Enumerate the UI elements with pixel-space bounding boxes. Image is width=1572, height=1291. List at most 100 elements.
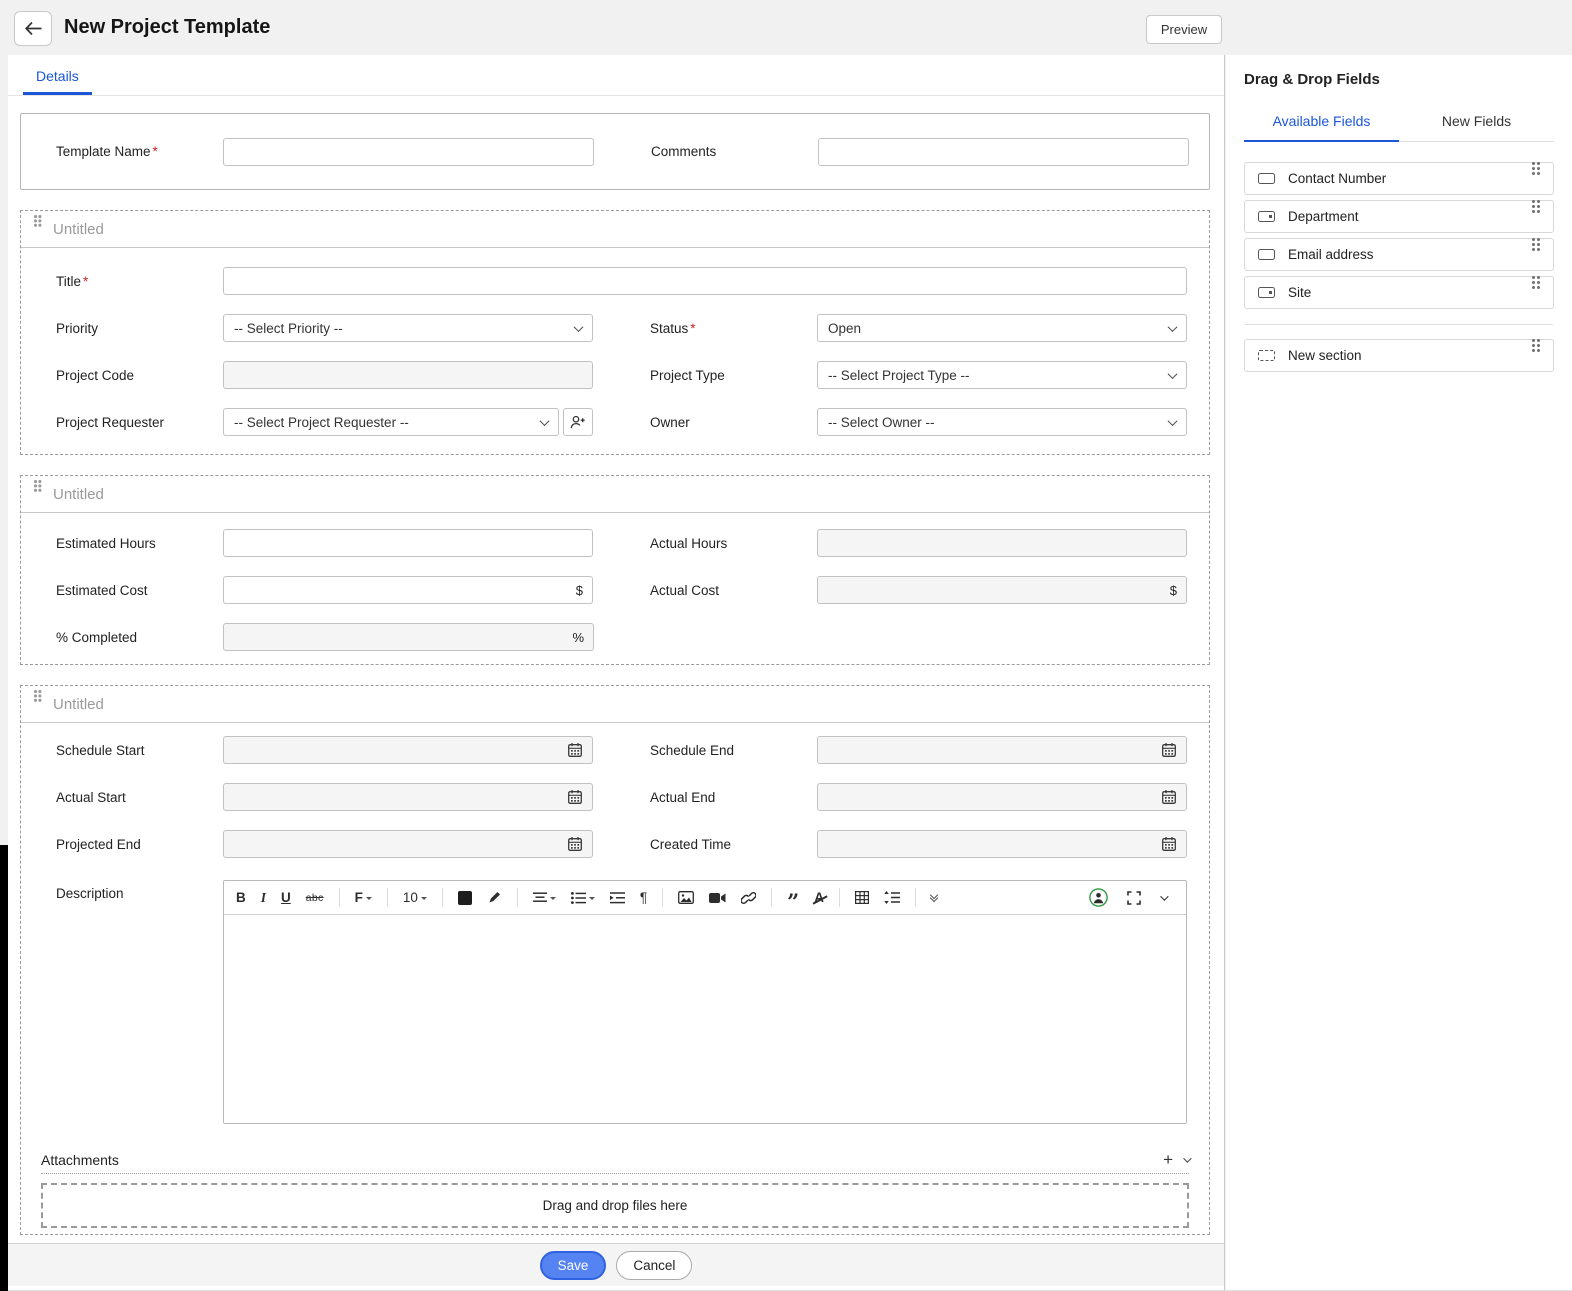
description-textarea[interactable] — [224, 915, 1186, 1123]
created-time-label: Created Time — [650, 837, 817, 852]
fullscreen-icon[interactable] — [1127, 891, 1141, 905]
priority-label: Priority — [56, 321, 223, 336]
calendar-icon[interactable] — [567, 789, 583, 805]
page-title: New Project Template — [64, 16, 270, 39]
owner-select[interactable]: -- Select Owner -- — [817, 408, 1187, 436]
schedule-start-label: Schedule Start — [56, 743, 223, 758]
clear-format-icon[interactable]: A — [814, 890, 824, 905]
actual-hours-input — [817, 529, 1187, 557]
section-drag-handle-icon[interactable] — [34, 223, 42, 235]
drag-handle-icon[interactable] — [1531, 210, 1540, 224]
insert-image-icon[interactable] — [678, 891, 694, 904]
required-marker: * — [83, 274, 88, 289]
drag-handle-icon[interactable] — [1531, 349, 1540, 363]
field-item-department[interactable]: Department — [1244, 200, 1554, 233]
align-icon[interactable] — [533, 892, 556, 904]
sidebar-title: Drag & Drop Fields — [1244, 71, 1554, 88]
status-select[interactable]: Open — [817, 314, 1187, 342]
cancel-button[interactable]: Cancel — [616, 1251, 692, 1280]
insert-table-icon[interactable] — [855, 891, 869, 904]
pick-list-field-icon — [1258, 211, 1275, 222]
section-untitled-3: Untitled Schedule Start Schedule End Act… — [20, 685, 1210, 1235]
toolbar-divider — [387, 888, 388, 907]
text-color-icon[interactable] — [458, 891, 472, 905]
description-editor[interactable]: B I U abc F 10 — [223, 880, 1187, 1124]
add-requester-button[interactable] — [563, 408, 593, 436]
highlight-pen-icon[interactable] — [487, 890, 502, 905]
project-requester-select[interactable]: -- Select Project Requester -- — [223, 408, 559, 436]
bold-icon[interactable]: B — [236, 890, 246, 905]
section-drag-handle-icon[interactable] — [34, 488, 42, 500]
percent-completed-label: % Completed — [56, 630, 223, 645]
field-row: Schedule Start Schedule End — [56, 736, 1187, 764]
project-code-label: Project Code — [56, 368, 223, 383]
text-field-icon — [1258, 173, 1275, 184]
toolbar-divider — [771, 888, 772, 907]
template-name-input[interactable] — [223, 138, 594, 166]
drag-handle-icon[interactable] — [1531, 248, 1540, 262]
schedule-start-input[interactable] — [223, 736, 593, 764]
strikethrough-icon[interactable]: abc — [306, 892, 324, 904]
more-tools-icon[interactable] — [931, 895, 937, 901]
comments-label: Comments — [651, 144, 818, 159]
add-attachment-icon[interactable]: + — [1163, 1153, 1173, 1167]
schedule-end-input[interactable] — [817, 736, 1187, 764]
owner-label: Owner — [650, 415, 817, 430]
projected-end-input[interactable] — [223, 830, 593, 858]
back-button[interactable] — [14, 11, 52, 46]
created-time-input[interactable] — [817, 830, 1187, 858]
chevron-down-icon — [1168, 322, 1178, 332]
section-drag-handle-icon[interactable] — [34, 698, 42, 710]
drag-handle-icon[interactable] — [1531, 286, 1540, 300]
calendar-icon[interactable] — [567, 742, 583, 758]
priority-select[interactable]: -- Select Priority -- — [223, 314, 593, 342]
project-type-select[interactable]: -- Select Project Type -- — [817, 361, 1187, 389]
paragraph-icon[interactable]: ¶ — [640, 890, 647, 905]
comments-input[interactable] — [818, 138, 1189, 166]
drag-handle-icon[interactable] — [1531, 172, 1540, 186]
field-item-email-address[interactable]: Email address — [1244, 238, 1554, 271]
actual-start-input[interactable] — [223, 783, 593, 811]
title-input[interactable] — [223, 267, 1187, 295]
collapse-toolbar-icon[interactable] — [1160, 892, 1168, 900]
chevron-down-icon[interactable] — [1183, 1154, 1191, 1162]
toolbar-divider — [662, 888, 663, 907]
drag-drop-fields-panel: Drag & Drop Fields Available Fields New … — [1226, 55, 1572, 1291]
chevron-down-icon — [574, 322, 584, 332]
list-icon[interactable] — [571, 892, 595, 904]
actual-end-input[interactable] — [817, 783, 1187, 811]
underline-icon[interactable]: U — [281, 890, 291, 905]
project-type-label: Project Type — [650, 368, 817, 383]
line-height-icon[interactable] — [884, 891, 900, 904]
calendar-icon[interactable] — [1161, 836, 1177, 852]
field-row: Projected End Created Time — [56, 830, 1187, 858]
sidebar-tabs: Available Fields New Fields — [1244, 113, 1554, 142]
italic-icon[interactable]: I — [261, 890, 266, 906]
field-row: Estimated Cost $ Actual Cost $ — [56, 576, 1187, 604]
mention-user-icon[interactable] — [1089, 888, 1108, 907]
calendar-icon[interactable] — [1161, 742, 1177, 758]
status-label: Status* — [650, 321, 817, 336]
estimated-hours-input[interactable] — [223, 529, 593, 557]
field-item-contact-number[interactable]: Contact Number — [1244, 162, 1554, 195]
preview-button[interactable]: Preview — [1146, 15, 1222, 44]
tab-new-fields[interactable]: New Fields — [1399, 113, 1554, 141]
field-item-site[interactable]: Site — [1244, 276, 1554, 309]
field-row: Project Code Project Type -- Select Proj… — [56, 361, 1187, 389]
font-size-icon[interactable]: 10 — [403, 890, 427, 905]
save-button[interactable]: Save — [540, 1251, 607, 1280]
section-title: Untitled — [53, 696, 104, 713]
insert-link-icon[interactable] — [741, 891, 756, 905]
tab-details[interactable]: Details — [23, 68, 92, 95]
tab-available-fields[interactable]: Available Fields — [1244, 113, 1399, 142]
attachments-dropzone[interactable]: Drag and drop files here — [41, 1183, 1189, 1228]
calendar-icon[interactable] — [567, 836, 583, 852]
blockquote-icon[interactable]: ” — [787, 889, 799, 907]
calendar-icon[interactable] — [1161, 789, 1177, 805]
field-row: Actual Start Actual End — [56, 783, 1187, 811]
insert-video-icon[interactable] — [709, 892, 726, 904]
font-family-icon[interactable]: F — [355, 890, 372, 905]
estimated-cost-input[interactable]: $ — [223, 576, 593, 604]
indent-icon[interactable] — [610, 892, 625, 904]
field-item-new-section[interactable]: New section — [1244, 339, 1554, 372]
